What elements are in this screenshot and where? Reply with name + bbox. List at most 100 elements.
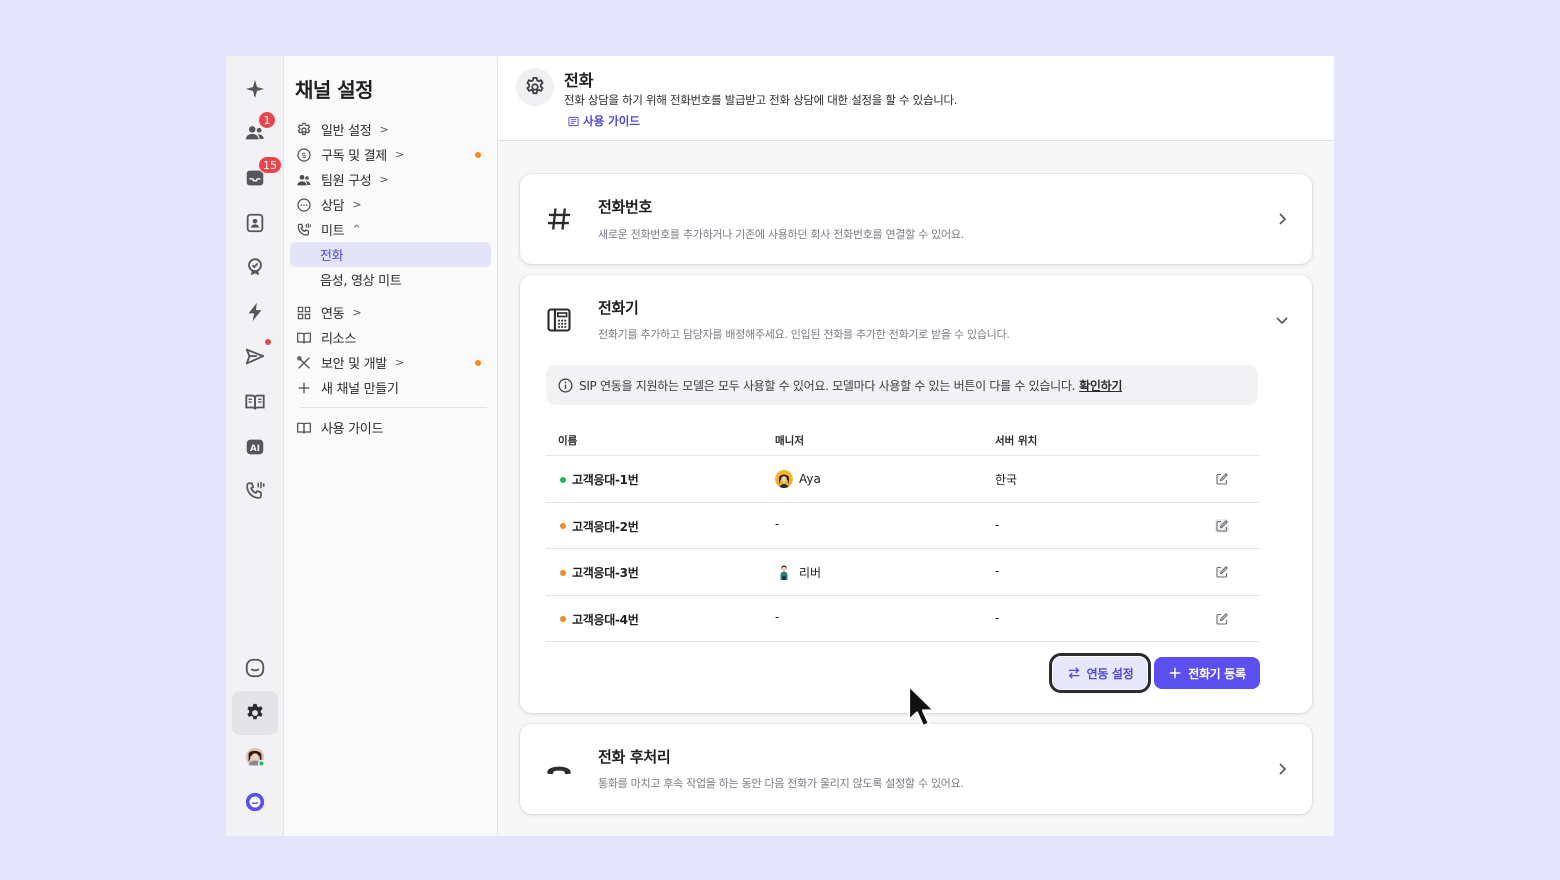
settings-sidebar: 채널 설정 일반 설정 > $ 구독 및 결제 > 팀원 구성 > 상담 > 미… xyxy=(284,56,498,836)
manager-name: - xyxy=(775,516,780,531)
ai-icon: AI xyxy=(246,439,264,455)
icon-rail: 1 15 AI xyxy=(226,56,284,836)
user-guide-link[interactable]: 사용 가이드 xyxy=(568,113,640,129)
chat-smile-icon xyxy=(245,658,265,678)
card-description: 통화를 마치고 후속 작업을 하는 동안 다음 전화가 울리지 않도록 설정할 … xyxy=(598,777,964,790)
dollar-circle-icon: $ xyxy=(297,147,311,162)
card-description: 전화기를 추가하고 담당자를 배정해주세요. 인입된 전화를 추가한 전화기로 … xyxy=(598,328,1010,341)
register-phone-button[interactable]: 전화기 등록 xyxy=(1154,657,1260,689)
billing-alert-dot xyxy=(475,151,481,158)
integration-settings-button[interactable]: 연동 설정 xyxy=(1049,653,1151,693)
table-header: 이름 매니저 서버 위치 xyxy=(546,421,1259,456)
page-description: 전화 상담을 하기 위해 전화번호를 발급받고 전화 상담에 대한 설정을 할 … xyxy=(564,93,958,107)
rail-settings-button[interactable] xyxy=(232,691,278,735)
notice-text: SIP 연동을 지원하는 모델은 모두 사용할 수 있어요. 모델마다 사용할 … xyxy=(579,378,1076,393)
rail-brand-button[interactable] xyxy=(232,782,278,822)
chevron-right-icon xyxy=(1279,763,1287,775)
column-header-name: 이름 xyxy=(558,435,578,447)
sidebar-item-label: 전화 xyxy=(320,249,344,264)
app-window: 1 15 AI 채널 설정 일반 설정 > $ 구독 및 결제 > 팀원 구성 … xyxy=(226,56,1334,836)
user-avatar-icon xyxy=(245,747,265,767)
tools-icon xyxy=(297,355,310,369)
rail-users-button[interactable]: 1 xyxy=(232,111,278,153)
gear-icon xyxy=(297,122,311,135)
sidebar-item-chat[interactable]: 상담 > xyxy=(290,192,491,217)
table-row[interactable]: 고객응대-1번 Aya 한국 xyxy=(546,456,1259,503)
chevron-right-icon: > xyxy=(352,198,362,211)
phone-wave-icon xyxy=(297,222,311,236)
chevron-right-icon: > xyxy=(379,123,389,136)
sidebar-title: 채널 설정 xyxy=(295,78,374,102)
table-row[interactable]: 고객응대-3번 리버 - xyxy=(546,549,1259,596)
paper-plane-icon xyxy=(245,348,265,365)
book-icon xyxy=(297,332,311,343)
column-header-manager: 매니저 xyxy=(775,435,804,447)
sidebar-item-security-dev[interactable]: 보안 및 개발 > xyxy=(290,350,491,375)
page-header: 전화 전화 상담을 하기 위해 전화번호를 발급받고 전화 상담에 대한 설정을… xyxy=(498,56,1334,141)
column-header-location: 서버 위치 xyxy=(995,435,1038,447)
after-call-card[interactable]: 전화 후처리 통화를 마치고 후속 작업을 하는 동안 다음 전화가 울리지 않… xyxy=(520,724,1312,814)
rail-contacts-button[interactable] xyxy=(232,203,278,243)
rail-channel-talk-button[interactable] xyxy=(232,648,278,688)
chat-bubble-icon xyxy=(297,197,311,212)
sidebar-item-user-guide[interactable]: 사용 가이드 xyxy=(290,415,491,440)
status-dot xyxy=(560,523,566,529)
svg-text:$: $ xyxy=(302,151,307,160)
device-name: 고객응대-1번 xyxy=(572,473,639,487)
sidebar-item-new-channel[interactable]: 새 채널 만들기 xyxy=(290,375,491,400)
manager-name: Aya xyxy=(799,472,821,486)
channel-logo-icon xyxy=(245,792,265,812)
sip-notice-banner: SIP 연동을 지원하는 모델은 모두 사용할 수 있어요. 모델마다 사용할 … xyxy=(546,365,1258,405)
edit-icon[interactable] xyxy=(1215,565,1229,579)
sidebar-item-resources[interactable]: 리소스 xyxy=(290,325,491,350)
rail-home-button[interactable] xyxy=(232,69,278,109)
sidebar-item-label: 사용 가이드 xyxy=(321,422,384,437)
lightning-icon xyxy=(248,302,262,322)
book-icon xyxy=(297,422,311,433)
grid-icon xyxy=(297,306,311,319)
table-row[interactable]: 고객응대-2번 - - xyxy=(546,503,1259,549)
integration-settings-label: 연동 설정 xyxy=(1086,666,1134,681)
phone-number-card[interactable]: 전화번호 새로운 전화번호를 추가하거나 기존에 사용하던 회사 전화번호를 연… xyxy=(520,174,1312,264)
sidebar-item-voice-video-meet[interactable]: 음성, 영상 미트 xyxy=(290,267,491,292)
user-guide-link-label: 사용 가이드 xyxy=(583,114,640,128)
award-check-icon xyxy=(248,258,262,276)
rail-ai-button[interactable]: AI xyxy=(232,427,278,467)
server-location: - xyxy=(995,564,1000,578)
register-phone-label: 전화기 등록 xyxy=(1188,666,1246,681)
edit-icon[interactable] xyxy=(1215,612,1229,626)
rail-inbox-button[interactable]: 15 xyxy=(232,156,282,198)
page-title: 전화 xyxy=(564,71,594,90)
sidebar-item-billing[interactable]: $ 구독 및 결제 > xyxy=(290,142,491,167)
sidebar-item-label: 팀원 구성 xyxy=(321,174,372,189)
chevron-right-icon: > xyxy=(379,173,389,186)
chevron-down-icon[interactable] xyxy=(1274,312,1290,328)
document-icon xyxy=(568,116,579,126)
sidebar-item-phone[interactable]: 전화 xyxy=(290,242,491,267)
rail-badge-button[interactable] xyxy=(232,247,278,287)
rail-phone-button[interactable] xyxy=(232,471,278,511)
sidebar-item-label: 미트 xyxy=(321,224,345,239)
sidebar-item-general[interactable]: 일반 설정 > xyxy=(290,117,491,142)
rail-campaign-button[interactable] xyxy=(232,337,278,377)
plus-icon xyxy=(298,382,310,393)
rail-profile-button[interactable] xyxy=(232,737,278,777)
notice-confirm-link[interactable]: 확인하기 xyxy=(1079,377,1122,394)
edit-icon[interactable] xyxy=(1215,518,1229,533)
table-row[interactable]: 고객응대-4번 - - xyxy=(546,596,1259,642)
phone-wave-icon xyxy=(246,481,265,499)
sidebar-item-label: 일반 설정 xyxy=(321,124,372,139)
edit-icon[interactable] xyxy=(1215,472,1229,486)
manager-name: 리버 xyxy=(799,565,822,580)
status-dot xyxy=(560,616,566,622)
gear-icon xyxy=(526,76,544,95)
status-dot xyxy=(560,476,566,483)
rail-automation-button[interactable] xyxy=(232,292,278,332)
card-title: 전화번호 xyxy=(598,198,653,216)
sidebar-item-integrations[interactable]: 연동 > xyxy=(290,300,491,325)
inbox-badge: 15 xyxy=(258,156,282,174)
sidebar-item-team[interactable]: 팀원 구성 > xyxy=(290,167,491,192)
campaign-alert-dot xyxy=(265,339,271,345)
sidebar-item-meet[interactable]: 미트 ^ xyxy=(290,217,491,242)
rail-docs-button[interactable] xyxy=(232,382,278,422)
